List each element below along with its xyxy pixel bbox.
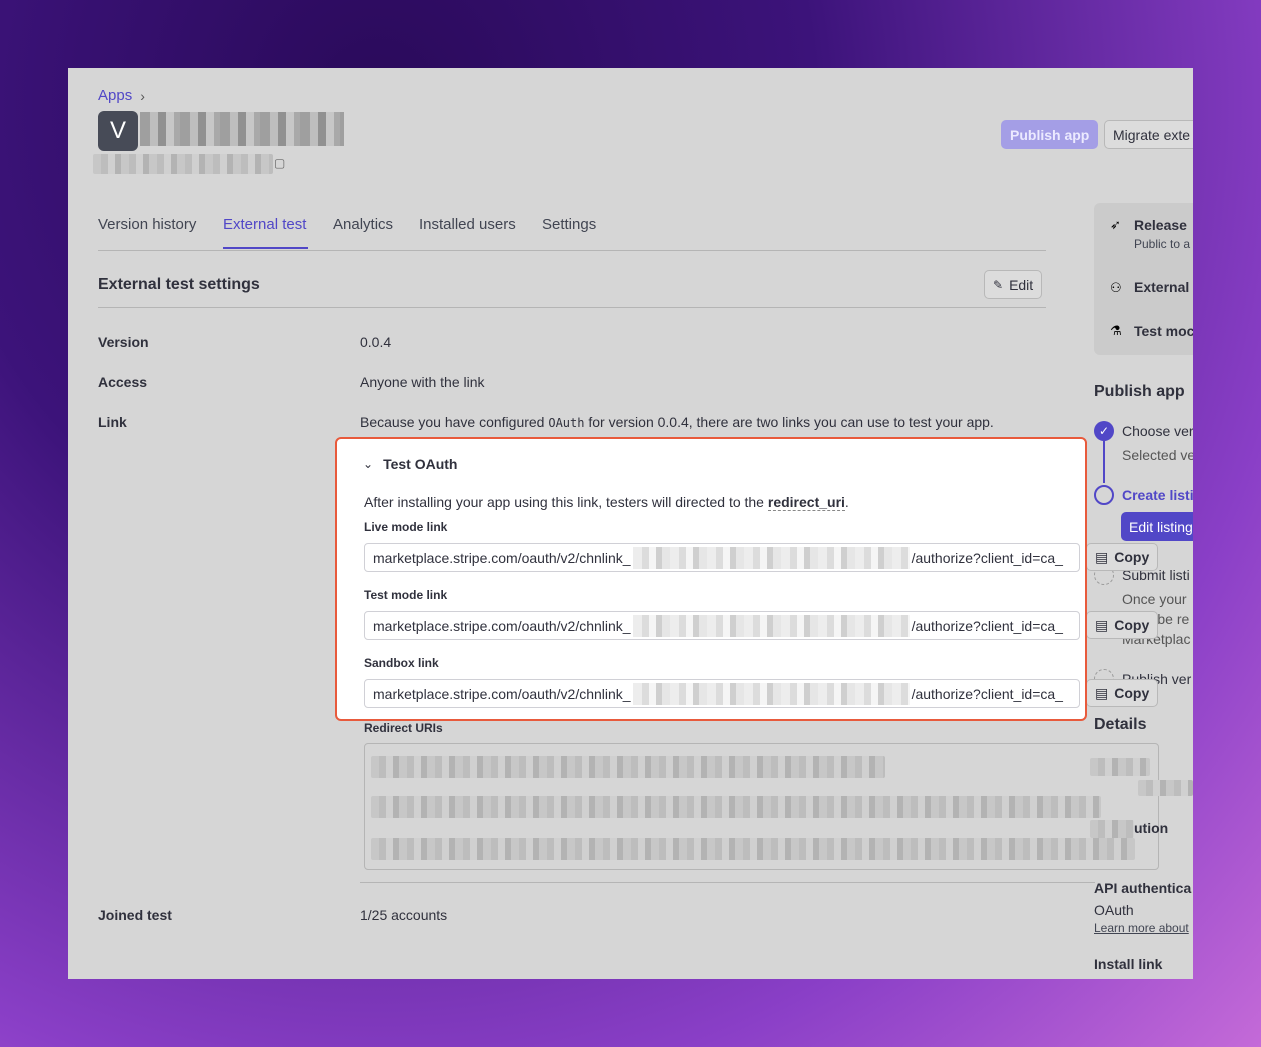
edit-listing-button[interactable]: Edit listing [1121, 512, 1193, 541]
distribution-box: ➶ Release Public to a ⚇ External ⚗ Test … [1094, 203, 1193, 355]
test-oauth-panel: ⌄ Test OAuth After installing your app u… [335, 437, 1087, 721]
tab-settings[interactable]: Settings [542, 216, 596, 233]
stepper-line [1103, 441, 1105, 483]
redirect-uri-term[interactable]: redirect_uri [767, 494, 845, 511]
redirect-uris-label: Redirect URIs [364, 721, 443, 735]
step-choose-version-sub: Selected ve [1122, 447, 1193, 463]
pencil-icon: ✎ [993, 277, 1004, 292]
oauth-desc-suffix: . [844, 494, 849, 510]
step-complete-check-icon: ✓ [1094, 421, 1114, 441]
publish-app-heading: Publish app [1094, 383, 1185, 400]
copy-label: Copy [1114, 685, 1150, 701]
live-mode-label: Live mode link [364, 520, 448, 534]
learn-more-link[interactable]: Learn more about [1094, 921, 1189, 935]
avatar: V [98, 111, 138, 151]
sandbox-link-suffix: /authorize?client_id=ca_ [911, 685, 1063, 702]
link-desc-prefix: Because you have configured [360, 414, 549, 430]
sandbox-link-redacted [632, 682, 910, 705]
link-label: Link [98, 414, 127, 430]
section-divider [98, 307, 1046, 308]
version-value: 0.0.4 [360, 334, 392, 350]
tabs-divider [98, 250, 1046, 251]
version-label: Version [98, 334, 149, 350]
details-redacted [1138, 780, 1193, 796]
migrate-button-label: Migrate exte [1113, 126, 1191, 143]
sandbox-label: Sandbox link [364, 656, 439, 670]
release-subtitle: Public to a [1134, 237, 1191, 251]
api-auth-value: OAuth [1094, 902, 1134, 918]
migrate-button[interactable]: Migrate exte [1104, 120, 1193, 149]
rocket-icon: ➶ [1110, 217, 1121, 232]
breadcrumb-apps-link[interactable]: Apps [98, 87, 132, 104]
live-link-redacted [632, 546, 910, 569]
copy-sandbox-link-button[interactable]: ▤ Copy [1086, 679, 1159, 707]
access-label: Access [98, 374, 148, 390]
edit-button-label: Edit [1009, 276, 1034, 293]
tab-installed-users[interactable]: Installed users [419, 216, 516, 233]
test-link-prefix: marketplace.stripe.com/oauth/v2/chnlink_ [373, 617, 631, 634]
clipboard-icon[interactable]: ▢ [274, 156, 285, 170]
tab-analytics[interactable]: Analytics [333, 216, 393, 233]
chevron-right-icon: › [140, 87, 145, 104]
section-title: External test settings [98, 276, 260, 293]
step-create-listing: Create listi [1122, 487, 1193, 503]
test-mode-link-field[interactable]: marketplace.stripe.com/oauth/v2/chnlink_… [364, 611, 1080, 640]
sandbox-link-field[interactable]: marketplace.stripe.com/oauth/v2/chnlink_… [364, 679, 1080, 708]
clipboard-icon: ▤ [1095, 684, 1109, 701]
tab-external-test[interactable]: External test [223, 216, 306, 233]
tab-version-history[interactable]: Version history [98, 216, 196, 233]
test-oauth-toggle[interactable]: ⌄ Test OAuth [363, 456, 457, 472]
joined-divider [360, 882, 1095, 883]
api-auth-label: API authentica [1094, 880, 1192, 896]
test-link-suffix: /authorize?client_id=ca_ [911, 617, 1063, 634]
user-share-icon: ⚇ [1110, 280, 1122, 295]
step-choose-version: Choose ver [1122, 423, 1193, 439]
publish-app-button[interactable]: Publish app [1001, 120, 1099, 149]
link-desc-suffix: for version 0.0.4, there are two links y… [584, 414, 994, 430]
test-mode-label: Test mode link [364, 588, 448, 602]
test-oauth-title: Test OAuth [383, 456, 458, 472]
copy-test-link-button[interactable]: ▤ Copy [1086, 611, 1159, 639]
copy-live-link-button[interactable]: ▤ Copy [1086, 543, 1159, 571]
step-submit-sub-1: Once your [1122, 591, 1187, 607]
breadcrumb: Apps › [98, 87, 145, 104]
release-title[interactable]: Release [1134, 217, 1187, 233]
details-redacted [1090, 758, 1150, 776]
copy-label: Copy [1114, 617, 1150, 633]
redirect-uri-row [371, 838, 1135, 860]
sandbox-link-prefix: marketplace.stripe.com/oauth/v2/chnlink_ [373, 685, 631, 702]
chevron-down-icon: ⌄ [363, 457, 374, 471]
redirect-uri-row [371, 796, 1101, 818]
app-name-redacted [140, 112, 344, 146]
live-link-prefix: marketplace.stripe.com/oauth/v2/chnlink_ [373, 549, 631, 566]
link-desc-code: OAuth [548, 416, 585, 430]
clipboard-icon: ▤ [1095, 616, 1109, 633]
external-item[interactable]: External [1134, 279, 1189, 295]
test-link-redacted [632, 614, 910, 637]
joined-test-label: Joined test [98, 907, 172, 923]
oauth-desc-prefix: After installing your app using this lin… [364, 494, 768, 510]
clipboard-icon: ▤ [1095, 548, 1109, 565]
redirect-uri-row [371, 756, 885, 778]
details-redacted [1090, 820, 1134, 838]
tab-active-indicator [223, 247, 308, 249]
link-description: Because you have configured OAuth for ve… [360, 414, 994, 430]
test-mode-item[interactable]: Test moc [1134, 323, 1193, 339]
oauth-description: After installing your app using this lin… [364, 494, 849, 511]
install-link-label: Install link [1094, 956, 1163, 972]
distribution-label: ution [1134, 820, 1169, 836]
live-link-suffix: /authorize?client_id=ca_ [911, 549, 1063, 566]
app-id-redacted [93, 154, 273, 174]
details-heading: Details [1094, 716, 1147, 733]
redirect-uris-box [364, 743, 1159, 870]
live-mode-link-field[interactable]: marketplace.stripe.com/oauth/v2/chnlink_… [364, 543, 1080, 572]
flask-icon: ⚗ [1110, 323, 1122, 338]
joined-test-value: 1/25 accounts [360, 907, 448, 923]
access-value: Anyone with the link [360, 374, 485, 390]
edit-button[interactable]: ✎ Edit [984, 270, 1043, 299]
copy-label: Copy [1114, 549, 1150, 565]
step-current-circle-icon [1094, 485, 1114, 505]
